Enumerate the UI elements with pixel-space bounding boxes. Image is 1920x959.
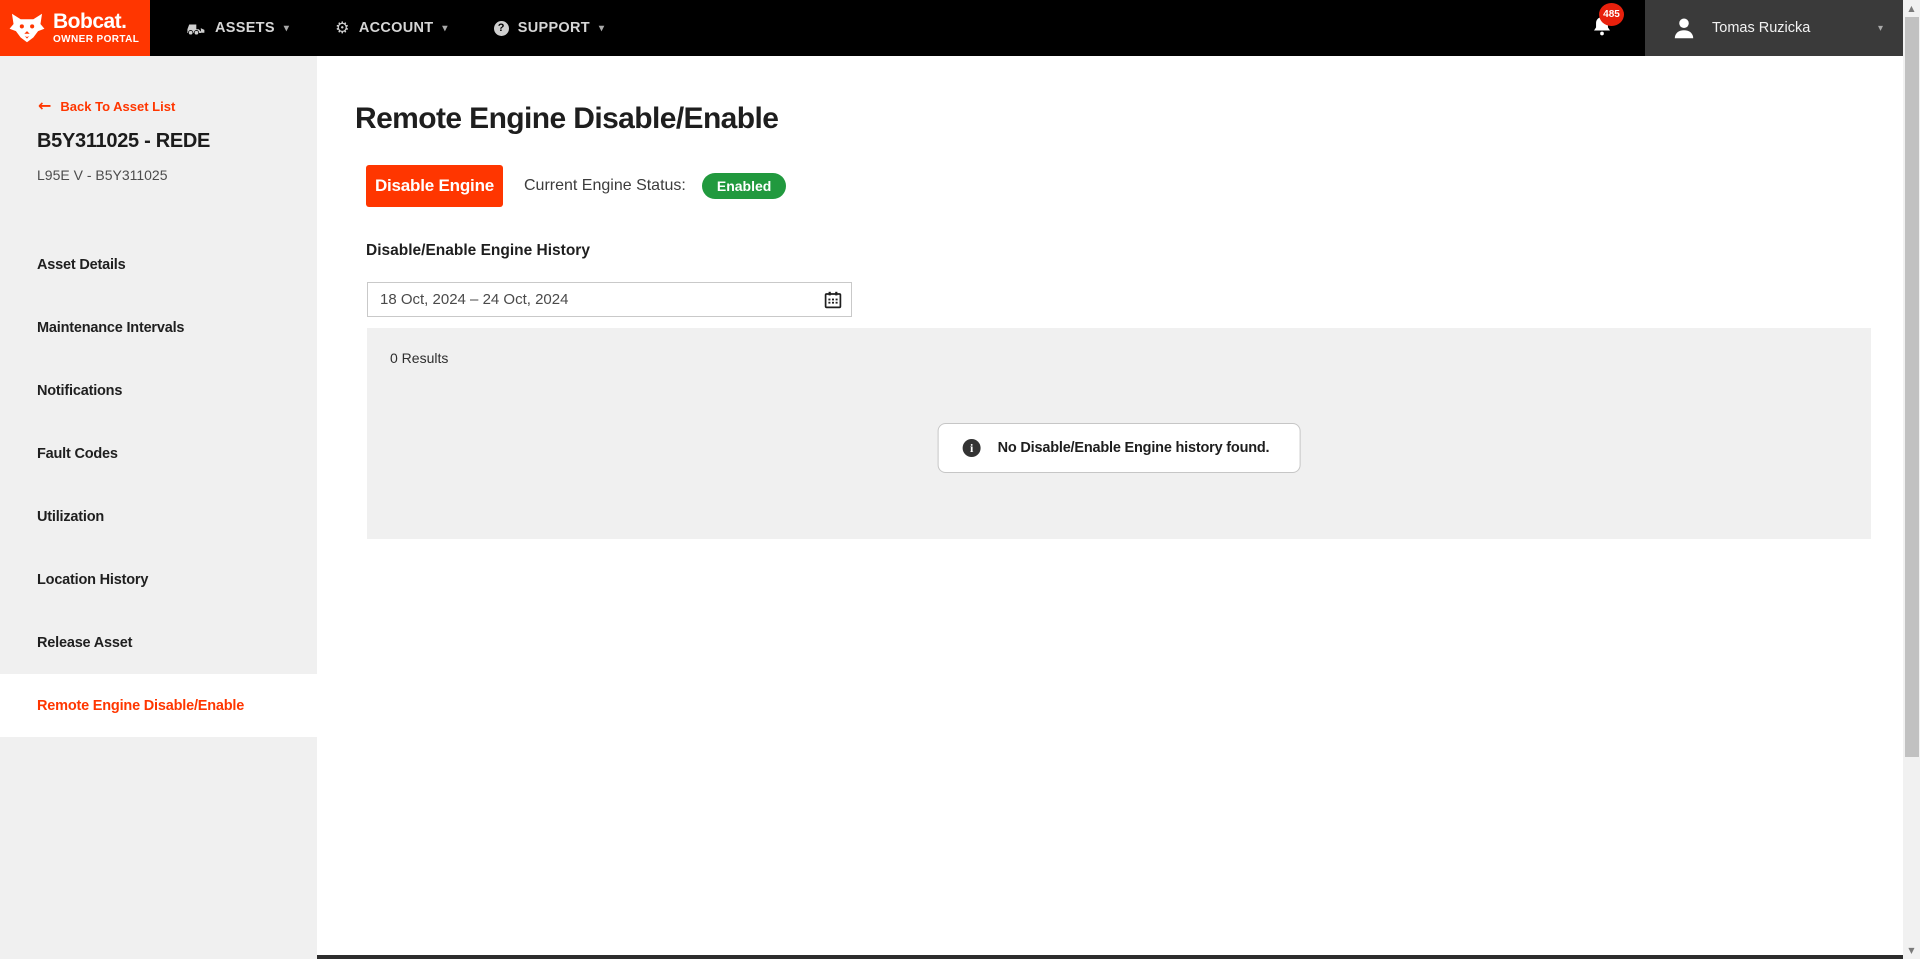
nav-right-section: 485 Tomas Ruzicka ▾	[1587, 0, 1903, 56]
user-name: Tomas Ruzicka	[1712, 20, 1810, 36]
user-avatar-icon	[1671, 15, 1697, 41]
menu-assets[interactable]: ASSETS ▾	[162, 0, 312, 56]
menu-support-label: SUPPORT	[518, 20, 590, 36]
bobcat-owner-portal: Bobcat. OWNER PORTAL ASSETS ▾ ⚙	[0, 0, 1920, 959]
empty-history-message: No Disable/Enable Engine history found.	[998, 440, 1270, 456]
back-arrow-icon: ←	[38, 98, 51, 114]
engine-controls-row: Disable Engine Current Engine Status: En…	[366, 165, 786, 207]
info-icon: i	[963, 439, 981, 457]
calendar-icon[interactable]	[824, 291, 842, 309]
sidebar-item-release-asset[interactable]: Release Asset	[0, 611, 317, 674]
notifications-bell-button[interactable]: 485	[1587, 0, 1621, 56]
chevron-down-icon: ▾	[599, 23, 604, 34]
history-heading: Disable/Enable Engine History	[366, 242, 590, 260]
brand-name: Bobcat.	[53, 11, 139, 32]
scrollbar-up-arrow[interactable]: ▲	[1903, 0, 1920, 17]
footer-edge	[317, 955, 1903, 959]
engine-status-label: Current Engine Status:	[524, 177, 686, 195]
sidebar-item-fault-codes[interactable]: Fault Codes	[0, 422, 317, 485]
loader-icon	[185, 21, 206, 36]
sidebar-item-utilization[interactable]: Utilization	[0, 485, 317, 548]
asset-subtitle: L95E V - B5Y311025	[37, 167, 168, 183]
scrollbar-down-arrow[interactable]: ▼	[1903, 942, 1920, 959]
empty-history-message-box: i No Disable/Enable Engine history found…	[938, 423, 1301, 473]
brand-tagline: OWNER PORTAL	[53, 35, 139, 45]
help-icon: ?	[494, 21, 509, 36]
user-menu[interactable]: Tomas Ruzicka ▾	[1645, 0, 1903, 56]
chevron-down-icon: ▾	[1878, 23, 1883, 34]
page-title: Remote Engine Disable/Enable	[355, 102, 778, 136]
sidebar-item-remote-engine-disable-enable[interactable]: Remote Engine Disable/Enable	[0, 674, 317, 737]
back-link-label: Back To Asset List	[60, 99, 175, 114]
chevron-down-icon: ▾	[442, 23, 447, 34]
sidebar-item-location-history[interactable]: Location History	[0, 548, 317, 611]
chevron-down-icon: ▾	[284, 23, 289, 34]
date-range-input[interactable]	[368, 283, 851, 316]
menu-support[interactable]: ? SUPPORT ▾	[471, 0, 628, 56]
vertical-scrollbar[interactable]: ▲ ▼	[1903, 0, 1920, 959]
asset-sidebar: ← Back To Asset List B5Y311025 - REDE L9…	[0, 56, 317, 959]
back-to-asset-list-link[interactable]: ← Back To Asset List	[38, 98, 175, 114]
top-navigation: Bobcat. OWNER PORTAL ASSETS ▾ ⚙	[0, 0, 1903, 56]
results-count: 0 Results	[390, 350, 448, 366]
main-menu: ASSETS ▾ ⚙ ACCOUNT ▾ ? SUPPORT ▾	[162, 0, 627, 56]
scrollbar-thumb[interactable]	[1905, 17, 1919, 757]
history-results-panel: 0 Results i No Disable/Enable Engine his…	[367, 328, 1871, 539]
bobcat-logo[interactable]: Bobcat. OWNER PORTAL	[0, 0, 150, 56]
gear-icon: ⚙	[335, 20, 350, 36]
date-range-field	[367, 282, 852, 317]
sidebar-item-asset-details[interactable]: Asset Details	[0, 233, 317, 296]
menu-account-label: ACCOUNT	[359, 20, 434, 36]
bobcat-head-icon	[8, 11, 46, 45]
sidebar-item-maintenance-intervals[interactable]: Maintenance Intervals	[0, 296, 317, 359]
sidebar-item-notifications[interactable]: Notifications	[0, 359, 317, 422]
asset-nav-list: Asset Details Maintenance Intervals Noti…	[0, 233, 317, 737]
notification-count-badge: 485	[1599, 3, 1624, 26]
menu-account[interactable]: ⚙ ACCOUNT ▾	[312, 0, 471, 56]
disable-engine-button[interactable]: Disable Engine	[366, 165, 503, 207]
menu-assets-label: ASSETS	[215, 20, 275, 36]
main-content: Remote Engine Disable/Enable Disable Eng…	[317, 56, 1903, 959]
engine-status-badge: Enabled	[702, 173, 786, 199]
asset-title: B5Y311025 - REDE	[37, 130, 210, 153]
